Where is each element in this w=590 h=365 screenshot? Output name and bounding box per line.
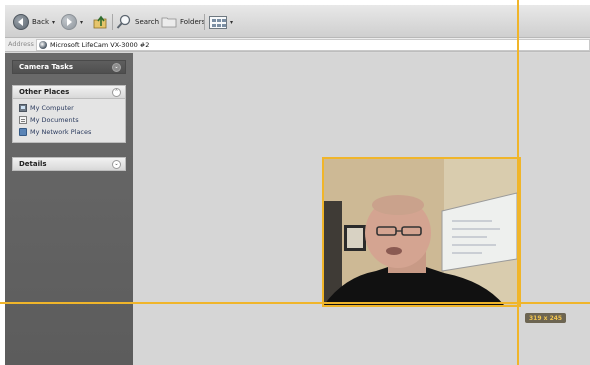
back-button[interactable]: Back ▾ bbox=[13, 13, 55, 31]
folders-icon bbox=[161, 17, 177, 28]
address-label: Address bbox=[8, 40, 34, 48]
search-button[interactable]: Search bbox=[116, 13, 159, 31]
webcam-icon bbox=[39, 41, 47, 49]
camera-view-area bbox=[133, 53, 590, 365]
folders-button[interactable]: Folders bbox=[161, 13, 205, 31]
place-my-computer[interactable]: My Computer bbox=[19, 102, 125, 114]
forward-arrow-icon bbox=[61, 14, 77, 30]
forward-dropdown-icon[interactable]: ▾ bbox=[80, 19, 83, 26]
back-arrow-icon bbox=[13, 14, 29, 30]
views-button[interactable]: ▾ bbox=[209, 13, 233, 31]
vertical-resize-guide[interactable] bbox=[517, 0, 519, 365]
camera-tasks-header[interactable]: Camera Tasks ⌄ bbox=[12, 60, 126, 74]
folders-button-label: Folders bbox=[180, 18, 206, 26]
place-label: My Network Places bbox=[30, 128, 92, 136]
place-my-network-places[interactable]: My Network Places bbox=[19, 126, 125, 138]
search-icon bbox=[116, 14, 131, 29]
details-title: Details bbox=[19, 160, 47, 168]
address-value: Microsoft LifeCam VX-3000 #2 bbox=[50, 41, 150, 49]
place-my-documents[interactable]: My Documents bbox=[19, 114, 125, 126]
computer-icon bbox=[19, 104, 27, 112]
network-places-icon bbox=[19, 128, 27, 136]
address-bar: Address Microsoft LifeCam VX-3000 #2 bbox=[5, 38, 590, 52]
up-folder-icon bbox=[93, 15, 107, 29]
chevron-double-up-icon[interactable]: ⌃ bbox=[112, 87, 121, 97]
chevron-double-down-icon[interactable]: ⌄ bbox=[112, 62, 121, 72]
details-header[interactable]: Details ⌄ bbox=[12, 157, 126, 171]
forward-button[interactable]: ▾ bbox=[61, 13, 83, 31]
other-places-list: My Computer My Documents My Network Plac… bbox=[12, 99, 126, 143]
frame-size-badge: 319 x 245 bbox=[525, 313, 567, 323]
back-button-label: Back bbox=[32, 18, 49, 26]
camera-tasks-title: Camera Tasks bbox=[19, 63, 74, 71]
up-folder-button[interactable] bbox=[92, 13, 108, 31]
task-pane: Camera Tasks ⌄ Other Places ⌃ My Compute… bbox=[5, 53, 133, 365]
address-field[interactable]: Microsoft LifeCam VX-3000 #2 bbox=[36, 39, 590, 51]
webcam-video-frame[interactable] bbox=[322, 157, 521, 307]
horizontal-resize-guide[interactable] bbox=[0, 302, 590, 304]
search-button-label: Search bbox=[135, 18, 160, 26]
chevron-double-down-icon[interactable]: ⌄ bbox=[112, 159, 121, 169]
views-dropdown-icon[interactable]: ▾ bbox=[230, 19, 233, 26]
other-places-title: Other Places bbox=[19, 88, 70, 96]
explorer-window: Back ▾ ▾ Search Folders ▾ Address Micros… bbox=[5, 5, 590, 365]
webcam-image bbox=[324, 159, 519, 305]
place-label: My Documents bbox=[30, 116, 79, 124]
views-grid-icon bbox=[209, 15, 227, 29]
back-dropdown-icon[interactable]: ▾ bbox=[52, 19, 55, 26]
documents-icon bbox=[19, 116, 27, 124]
toolbar: Back ▾ ▾ Search Folders ▾ bbox=[5, 5, 590, 38]
place-label: My Computer bbox=[30, 104, 74, 112]
other-places-header[interactable]: Other Places ⌃ bbox=[12, 85, 126, 99]
